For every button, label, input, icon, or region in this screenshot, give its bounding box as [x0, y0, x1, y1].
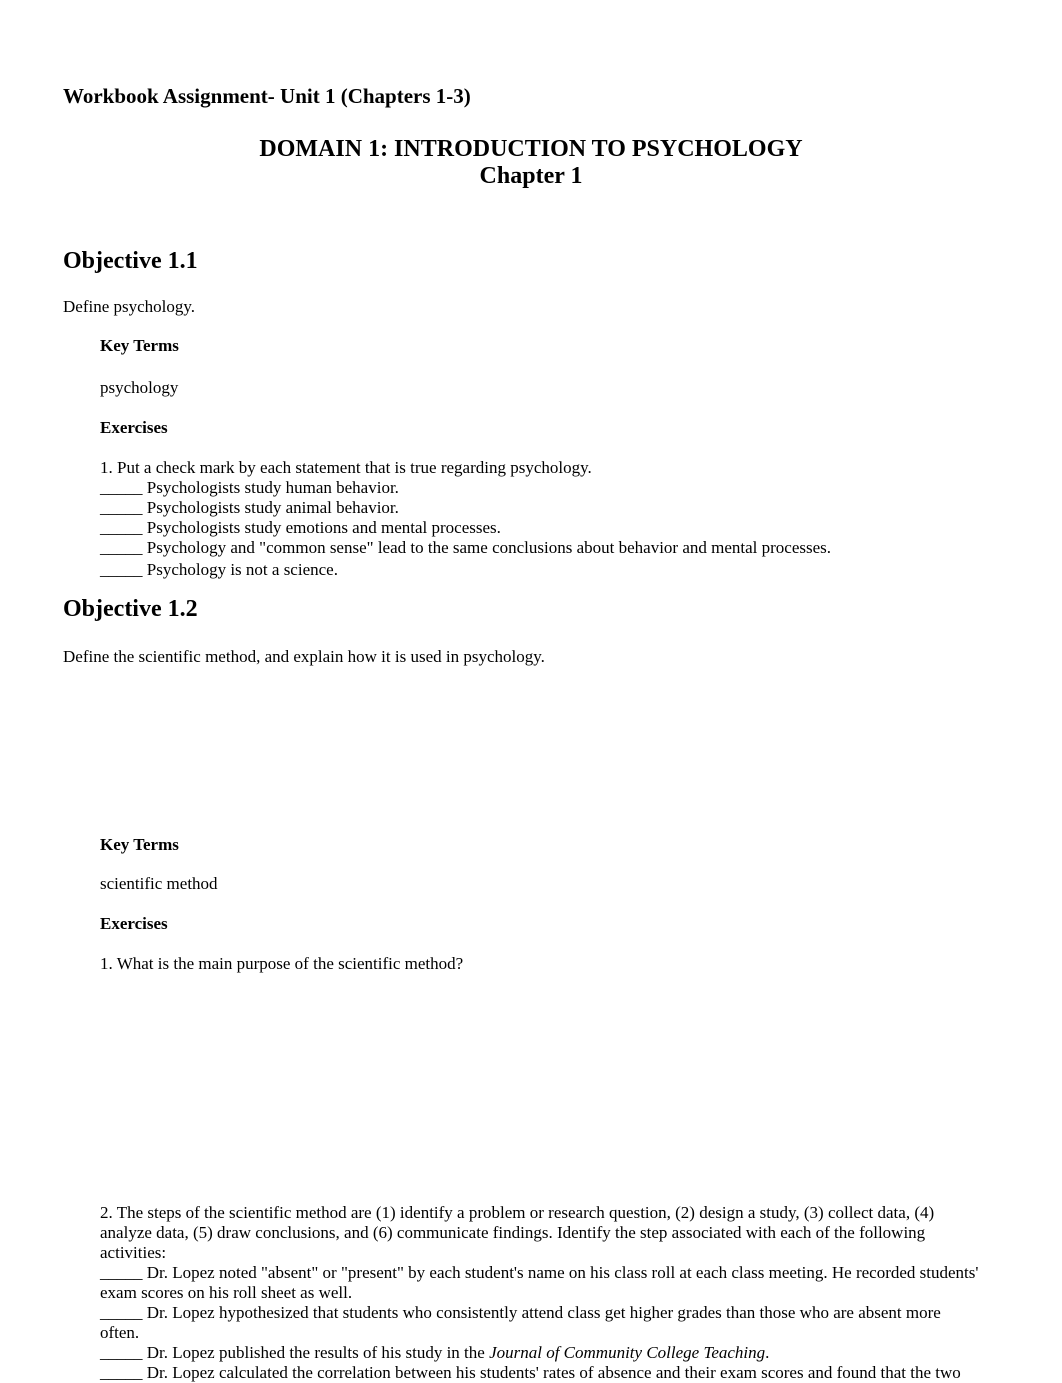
activity-item-text: Dr. Lopez published the results of his s… [146, 1343, 485, 1362]
exercise-prompt: 1. What is the main purpose of the scien… [100, 954, 464, 973]
checklist-item: _____ Psychology and "common sense" lead… [100, 538, 831, 558]
answer-blank[interactable]: _____ [100, 498, 143, 517]
answer-blank[interactable]: _____ [100, 1263, 143, 1282]
activity-item: _____ Dr. Lopez hypothesized that studen… [100, 1303, 980, 1343]
key-terms-label: Key Terms [100, 835, 179, 854]
exercise-prompt: 2. The steps of the scientific method ar… [100, 1203, 935, 1262]
activity-item: _____ Dr. Lopez calculated the correlati… [100, 1363, 980, 1383]
checklist-item-text: Psychologists study emotions and mental … [146, 518, 501, 537]
key-term: scientific method [100, 874, 218, 893]
domain-heading-block: DOMAIN 1: INTRODUCTION TO PSYCHOLOGY Cha… [0, 136, 1062, 190]
answer-blank[interactable]: _____ [100, 538, 143, 557]
checklist: _____ Psychologists study human behavior… [100, 478, 831, 580]
objective-1-1-description: Define psychology. [63, 297, 196, 316]
exercise-1-1-block: 1. Put a check mark by each statement th… [100, 458, 831, 580]
exercises-label: Exercises [100, 914, 168, 933]
answer-blank[interactable]: _____ [100, 1343, 143, 1362]
key-term: psychology [100, 378, 179, 397]
activity-item-text: Dr. Lopez noted "absent" or "present" by… [100, 1263, 979, 1302]
activity-item: _____ Dr. Lopez published the results of… [100, 1343, 980, 1363]
answer-blank[interactable]: _____ [100, 560, 143, 579]
checklist-item-text: Psychology is not a science. [146, 560, 338, 579]
activity-item-text: Dr. Lopez calculated the correlation bet… [146, 1363, 961, 1382]
checklist-item: _____ Psychologists study human behavior… [100, 478, 831, 498]
checklist-item: _____ Psychologists study animal behavio… [100, 498, 831, 518]
activity-item: _____ Dr. Lopez noted "absent" or "prese… [100, 1263, 980, 1303]
checklist-item: _____ Psychologists study emotions and m… [100, 518, 831, 538]
objective-1-2-description: Define the scientific method, and explai… [63, 647, 545, 666]
chapter-heading: Chapter 1 [479, 163, 583, 189]
checklist-item-text: Psychologists study animal behavior. [146, 498, 399, 517]
journal-name: Journal of Community College Teaching [489, 1343, 766, 1362]
answer-blank[interactable]: _____ [100, 1363, 143, 1382]
checklist-item: _____ Psychology is not a science. [100, 560, 831, 580]
objective-1-2-heading: Objective 1.2 [63, 596, 198, 622]
answer-blank[interactable]: _____ [100, 518, 143, 537]
journal-suffix: . [765, 1343, 770, 1362]
key-terms-label: Key Terms [100, 336, 179, 355]
answer-blank[interactable]: _____ [100, 1303, 143, 1322]
answer-blank[interactable]: _____ [100, 478, 143, 497]
exercise-prompt: 1. Put a check mark by each statement th… [100, 458, 592, 477]
checklist-item-text: Psychology and "common sense" lead to th… [146, 538, 832, 557]
exercises-label: Exercises [100, 418, 168, 437]
domain-heading: DOMAIN 1: INTRODUCTION TO PSYCHOLOGY [259, 136, 803, 162]
objective-1-1-heading: Objective 1.1 [63, 248, 198, 274]
activity-item-text: Dr. Lopez hypothesized that students who… [100, 1303, 941, 1342]
document-title: Workbook Assignment- Unit 1 (Chapters 1-… [63, 84, 471, 108]
exercise-1-2-2-block: 2. The steps of the scientific method ar… [100, 1203, 980, 1383]
document-page: Workbook Assignment- Unit 1 (Chapters 1-… [0, 0, 1062, 1382]
checklist-item-text: Psychologists study human behavior. [146, 478, 399, 497]
